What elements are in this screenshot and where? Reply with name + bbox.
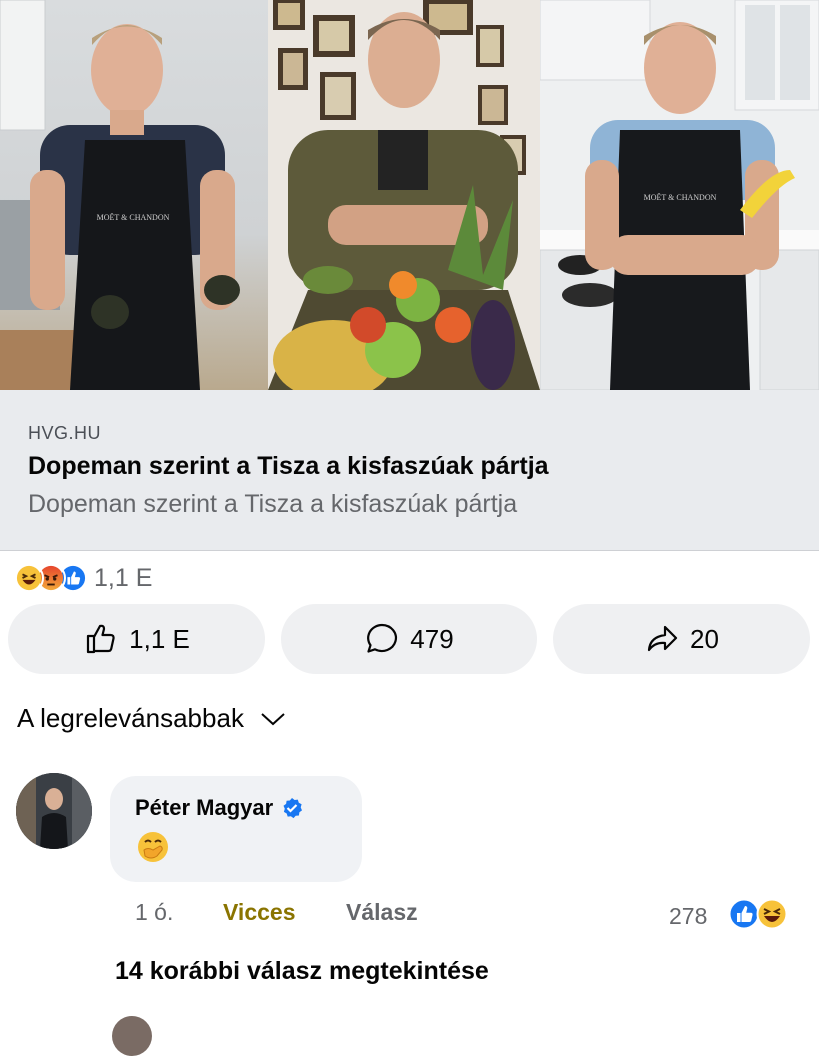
comment-reaction-count[interactable]: 278 bbox=[669, 903, 707, 930]
comment-reactions[interactable] bbox=[728, 898, 788, 930]
reaction-summary[interactable]: 1,1 E bbox=[14, 562, 152, 594]
reply-button[interactable]: Válasz bbox=[346, 899, 418, 926]
thumbs-up-icon bbox=[87, 624, 115, 654]
comment-author[interactable]: Péter Magyar bbox=[135, 795, 273, 821]
comment-count: 479 bbox=[410, 623, 454, 654]
view-previous-replies-link[interactable]: 14 korábbi válasz megtekintése bbox=[115, 957, 489, 986]
share-button[interactable]: 20 bbox=[553, 604, 810, 674]
share-count: 20 bbox=[690, 623, 719, 654]
avatar[interactable] bbox=[16, 773, 92, 849]
sort-label: A legrelevánsabbak bbox=[17, 703, 244, 733]
photo-avocado: MOËT & CHANDON bbox=[0, 0, 268, 390]
haha-emoji-icon bbox=[756, 898, 788, 930]
svg-text:MOËT & CHANDON: MOËT & CHANDON bbox=[644, 193, 717, 202]
like-count: 1,1 E bbox=[129, 623, 190, 654]
link-description: Dopeman szerint a Tisza a kisfaszúak pár… bbox=[28, 490, 518, 518]
comment-sort-dropdown[interactable]: A legrelevánsabbak bbox=[17, 703, 286, 734]
verified-badge-icon bbox=[283, 798, 303, 819]
chevron-down-icon bbox=[261, 712, 285, 725]
link-title[interactable]: Dopeman szerint a Tisza a kisfaszúak pár… bbox=[28, 452, 549, 481]
like-button[interactable]: 1,1 E bbox=[8, 604, 265, 674]
comment-time[interactable]: 1 ó. bbox=[135, 899, 173, 926]
link-source: HVG.HU bbox=[28, 423, 102, 443]
haha-emoji-icon bbox=[14, 563, 44, 593]
reaction-count: 1,1 E bbox=[94, 563, 153, 592]
avatar[interactable] bbox=[112, 1016, 152, 1056]
photo-banana: MOËT & CHANDON bbox=[540, 0, 819, 390]
comment-bubble[interactable] bbox=[110, 776, 362, 882]
funny-reaction-button[interactable]: Vicces bbox=[223, 899, 295, 926]
comment-bubble-icon bbox=[367, 623, 398, 653]
comment-author-row[interactable]: Péter Magyar bbox=[135, 795, 303, 821]
link-preview-image[interactable]: MOËT & CHANDON MOËT & CHANDON bbox=[0, 0, 819, 390]
comment-button[interactable]: 479 bbox=[281, 604, 537, 674]
svg-text:MOËT & CHANDON: MOËT & CHANDON bbox=[97, 213, 170, 222]
face-with-hand-over-mouth-icon bbox=[138, 832, 168, 862]
photo-vegetables bbox=[268, 0, 540, 390]
share-arrow-icon bbox=[647, 625, 678, 652]
